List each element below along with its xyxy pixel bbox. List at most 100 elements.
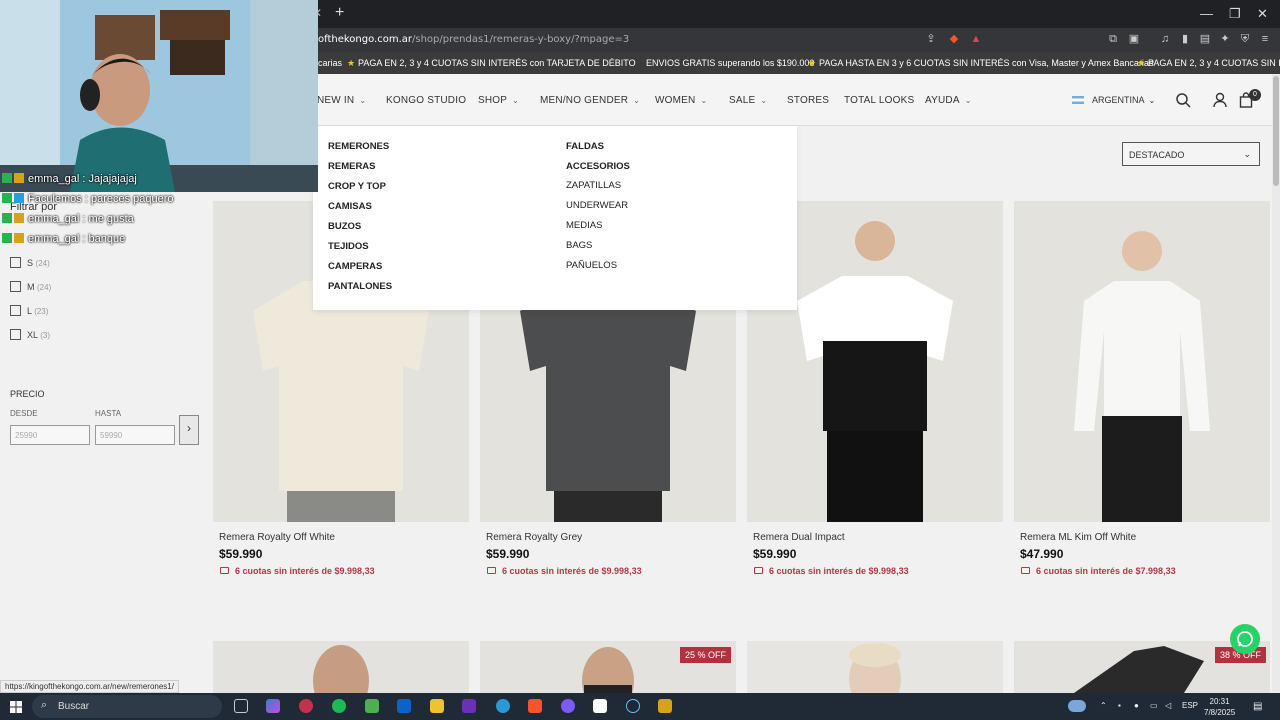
weather-icon[interactable] — [1068, 700, 1086, 712]
spotify-icon[interactable] — [332, 699, 346, 713]
menu-item-accesorios[interactable]: ACCESORIOS — [566, 161, 630, 172]
product-price: $59.990 — [486, 547, 530, 561]
maximize-icon[interactable]: ❐ — [1229, 6, 1241, 22]
language-indicator[interactable]: ESP — [1182, 701, 1198, 710]
menu-item-medias[interactable]: MEDIAS — [566, 220, 602, 231]
menu-item-remeras[interactable]: REMERAS — [328, 161, 376, 172]
price-to-input[interactable]: 59990 — [95, 425, 175, 445]
discord-icon[interactable] — [561, 699, 575, 713]
nav-kongo-studio[interactable]: KONGO STUDIO — [386, 95, 466, 106]
brave-icon[interactable] — [528, 699, 542, 713]
taskbar-search[interactable]: ⌕ Buscar — [32, 695, 222, 718]
search-icon[interactable] — [1175, 92, 1191, 108]
price-from-input[interactable]: 25990 — [10, 425, 90, 445]
menu-item-tejidos[interactable]: TEJIDOS — [328, 241, 369, 252]
taskbar-search-label: Buscar — [58, 701, 90, 712]
price-apply-button[interactable]: › — [179, 415, 199, 445]
nav-sale[interactable]: SALE ⌄ — [729, 95, 767, 106]
size-filter-l[interactable]: L (23) — [10, 305, 48, 316]
menu-item-remerones[interactable]: REMERONES — [328, 141, 389, 152]
sidebar-toggle-icon[interactable]: ▮ — [1178, 32, 1192, 46]
menu-item-camperas[interactable]: CAMPERAS — [328, 261, 382, 272]
checkbox[interactable] — [10, 329, 21, 340]
menu-item-underwear[interactable]: UNDERWEAR — [566, 200, 628, 211]
nav-new-in[interactable]: NEW IN ⌄ — [317, 95, 366, 106]
brave-shield-icon[interactable]: ◆ — [947, 32, 961, 46]
chat-text: Jajajajajaj — [88, 173, 137, 185]
nav-shop[interactable]: SHOP ⌄ — [478, 95, 519, 106]
menu-item-zapatillas[interactable]: ZAPATILLAS — [566, 180, 621, 191]
sort-select[interactable]: DESTACADO ⌄ — [1122, 142, 1260, 166]
steam-icon[interactable] — [626, 699, 640, 713]
menu-item-bags[interactable]: BAGS — [566, 240, 592, 251]
nav-total-looks[interactable]: TOTAL LOOKS — [844, 95, 914, 106]
menu-icon[interactable]: ≡ — [1258, 32, 1272, 46]
app-icon[interactable] — [299, 699, 313, 713]
close-window-icon[interactable]: ✕ — [1257, 6, 1268, 22]
tray-app-icon[interactable]: ▪ — [1118, 701, 1121, 710]
whatsapp-icon — [1237, 631, 1253, 647]
outlook-icon[interactable] — [397, 699, 411, 713]
product-name[interactable]: Remera ML Kim Off White — [1020, 532, 1136, 543]
microphone-icon[interactable]: ● — [1134, 701, 1139, 710]
product-image[interactable] — [747, 641, 1003, 693]
minimize-icon[interactable]: — — [1200, 6, 1213, 21]
brave-rewards-icon[interactable]: ▲ — [969, 32, 983, 46]
share-icon[interactable]: ⇪ — [924, 32, 938, 46]
extensions-icon[interactable]: ⧉ — [1106, 32, 1120, 46]
nav-ayuda[interactable]: AYUDA ⌄ — [925, 95, 972, 106]
volume-icon[interactable]: ◁ — [1165, 701, 1171, 710]
product-image[interactable] — [213, 641, 469, 693]
wallet-icon[interactable]: ▣ — [1127, 32, 1141, 46]
task-view-icon[interactable] — [234, 699, 248, 713]
product-image[interactable] — [1014, 201, 1270, 522]
menu-item-panuelos[interactable]: PAÑUELOS — [566, 260, 617, 271]
checkbox[interactable] — [10, 305, 21, 316]
menu-item-camisas[interactable]: CAMISAS — [328, 201, 372, 212]
nav-men[interactable]: MEN/NO GENDER ⌄ — [540, 95, 640, 106]
file-explorer-icon[interactable] — [430, 699, 444, 713]
vpn-icon[interactable]: ⛨ — [1238, 32, 1252, 46]
size-filter-s[interactable]: S (24) — [10, 257, 50, 268]
nav-stores[interactable]: STORES — [787, 95, 829, 106]
nav-women[interactable]: WOMEN ⌄ — [655, 95, 707, 106]
tray-chevron-icon[interactable]: ⌃ — [1100, 701, 1107, 710]
capcut-icon[interactable] — [593, 699, 607, 713]
media-icon[interactable]: ♫ — [1158, 32, 1172, 46]
menu-item-faldas[interactable]: FALDAS — [566, 141, 604, 152]
network-icon[interactable]: ▭ — [1150, 701, 1158, 710]
whatsapp-button[interactable] — [1230, 624, 1260, 654]
url-text[interactable]: ofthekongo.com.ar/shop/prendas1/remeras-… — [318, 34, 629, 45]
store-icon[interactable] — [365, 699, 379, 713]
menu-item-pantalones[interactable]: PANTALONES — [328, 281, 392, 292]
wallet2-icon[interactable]: ▤ — [1198, 32, 1212, 46]
menu-item-buzos[interactable]: BUZOS — [328, 221, 361, 232]
sub-badge-icon — [14, 213, 24, 223]
scrollbar-thumb[interactable] — [1273, 76, 1279, 186]
user-icon[interactable] — [1212, 92, 1228, 108]
copilot-icon[interactable] — [266, 699, 280, 713]
windows-start-icon[interactable] — [10, 701, 22, 713]
notifications-icon[interactable]: ▤ — [1253, 701, 1262, 712]
product-name[interactable]: Remera Royalty Grey — [486, 532, 582, 543]
product-name[interactable]: Remera Royalty Off White — [219, 532, 335, 543]
edge-icon[interactable] — [496, 699, 510, 713]
taskbar-clock[interactable]: 20:31 7/8/2025 — [1204, 696, 1235, 718]
size-filter-xl[interactable]: XL (3) — [10, 329, 50, 340]
size-filter-m[interactable]: M (24) — [10, 281, 51, 292]
mod-badge-icon — [2, 233, 12, 243]
menu-item-crop-y-top[interactable]: CROP Y TOP — [328, 181, 386, 192]
app-icon[interactable] — [658, 699, 672, 713]
checkbox[interactable] — [10, 281, 21, 292]
promo-item: ENVIOS GRATIS superando los $190.000 — [646, 58, 815, 68]
nav-label: STORES — [787, 95, 830, 106]
new-tab-button[interactable]: + — [335, 4, 344, 22]
country-selector[interactable]: ARGENTINA ⌄ — [1072, 95, 1155, 105]
page-scrollbar[interactable] — [1272, 74, 1280, 692]
chat-text: pareces paquero — [90, 193, 174, 205]
app-icon[interactable] — [462, 699, 476, 713]
leo-icon[interactable]: ✦ — [1218, 32, 1232, 46]
product-name[interactable]: Remera Dual Impact — [753, 532, 845, 543]
checkbox[interactable] — [10, 257, 21, 268]
nav-label: AYUDA — [925, 95, 960, 106]
